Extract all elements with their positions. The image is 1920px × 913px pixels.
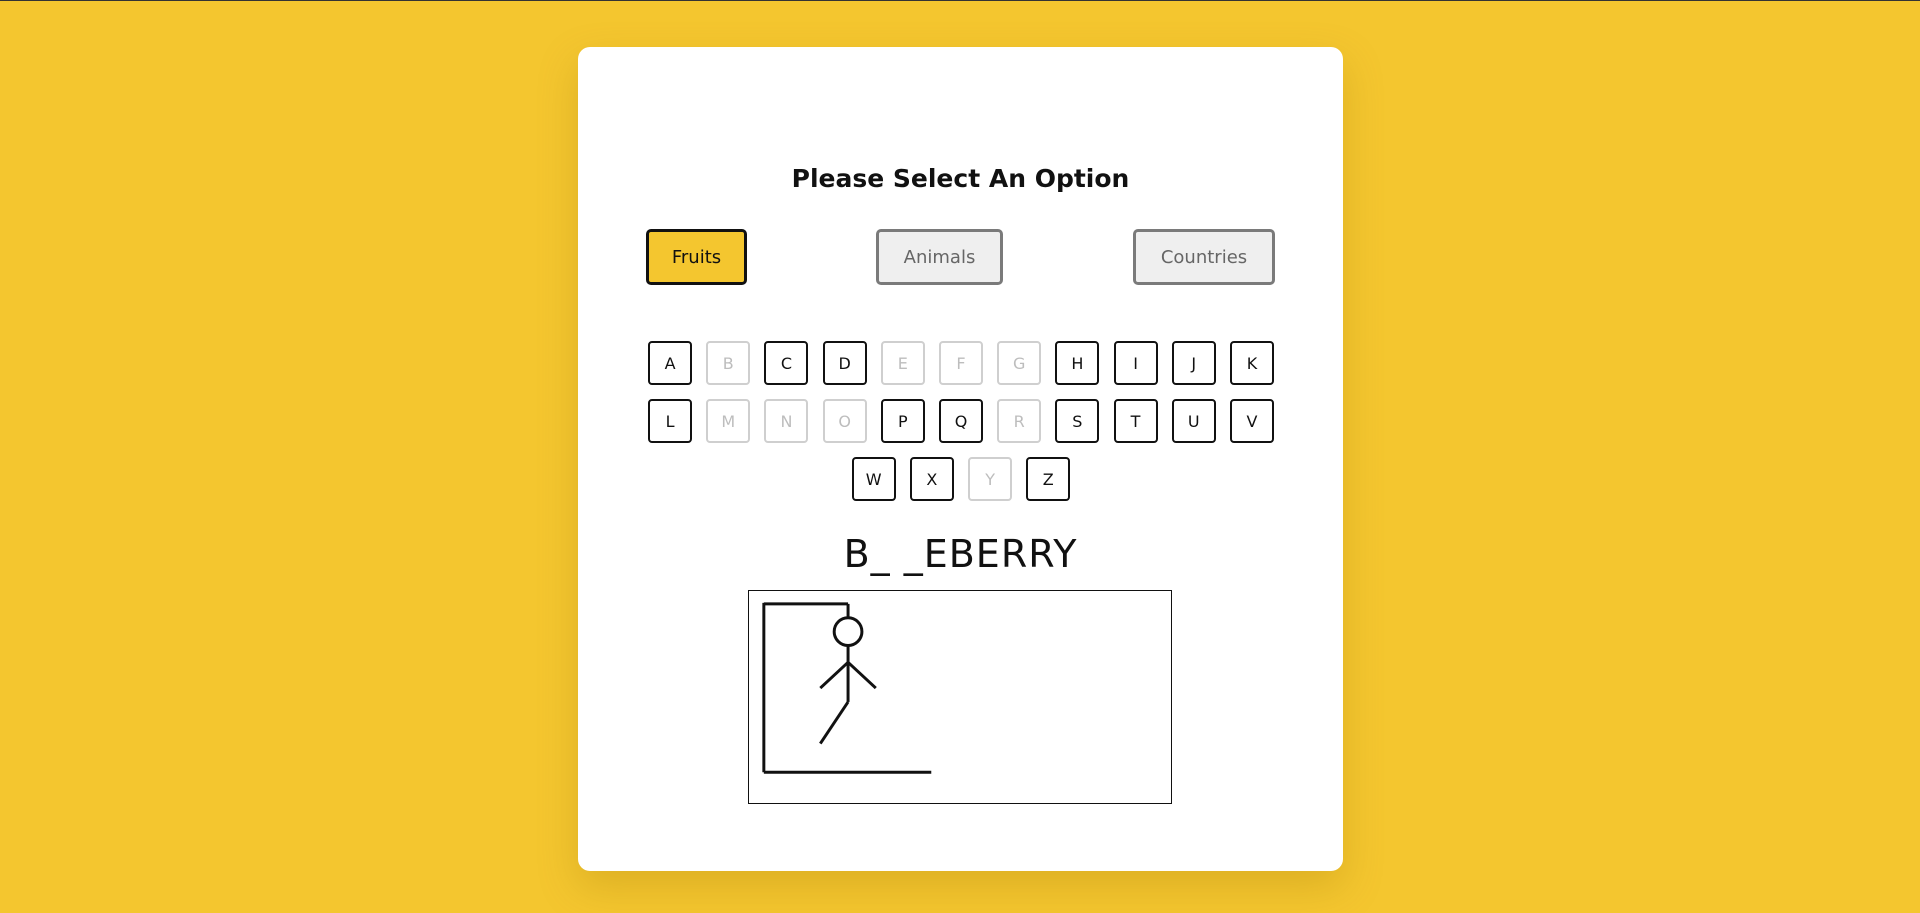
letter-button-m: M: [706, 399, 751, 443]
option-button-countries[interactable]: Countries: [1133, 229, 1275, 285]
letter-button-x[interactable]: X: [909, 457, 954, 501]
letter-button-i[interactable]: I: [1113, 341, 1158, 385]
letter-button-g: G: [997, 341, 1042, 385]
letter-button-q[interactable]: Q: [939, 399, 983, 443]
letter-button-b: B: [706, 341, 751, 385]
hangman-canvas: [748, 590, 1172, 804]
option-button-fruits[interactable]: Fruits: [646, 229, 747, 285]
hangman-left-leg: [819, 701, 850, 745]
hangman-head: [832, 616, 864, 647]
letter-button-h[interactable]: H: [1055, 341, 1100, 385]
letter-button-o: O: [822, 399, 867, 443]
letter-button-l[interactable]: L: [648, 399, 693, 443]
game-container: Please Select An Option Fruits Animals C…: [578, 47, 1343, 871]
word-display: B_ _EBERRY: [843, 532, 1078, 576]
letter-button-k[interactable]: K: [1229, 341, 1274, 385]
letter-button-t[interactable]: T: [1113, 399, 1158, 443]
letter-button-f: F: [939, 341, 983, 385]
letter-button-z[interactable]: Z: [1026, 457, 1071, 501]
option-button-animals[interactable]: Animals: [876, 229, 1003, 285]
letter-button-y: Y: [968, 457, 1013, 501]
letter-keyboard: ABCDEFGHIJK LMNOPQRSTUV WXYZ: [646, 341, 1276, 501]
letter-button-d[interactable]: D: [822, 341, 867, 385]
letter-button-n: N: [764, 399, 809, 443]
letter-button-a[interactable]: A: [648, 341, 693, 385]
letter-button-u[interactable]: U: [1171, 399, 1216, 443]
letter-button-e: E: [880, 341, 925, 385]
top-border-line: [0, 0, 1920, 1]
hangman-right-arm: [847, 661, 877, 690]
letter-button-r: R: [997, 399, 1042, 443]
letter-button-p[interactable]: P: [880, 399, 925, 443]
letter-button-s[interactable]: S: [1055, 399, 1100, 443]
letter-button-c[interactable]: C: [764, 341, 809, 385]
hangman-drawing: [762, 602, 932, 774]
options-heading: Please Select An Option: [791, 164, 1130, 193]
letter-button-v[interactable]: V: [1229, 399, 1274, 443]
letter-button-j[interactable]: J: [1171, 341, 1216, 385]
letter-button-w[interactable]: W: [851, 457, 896, 501]
hangman-left-arm: [819, 661, 850, 690]
